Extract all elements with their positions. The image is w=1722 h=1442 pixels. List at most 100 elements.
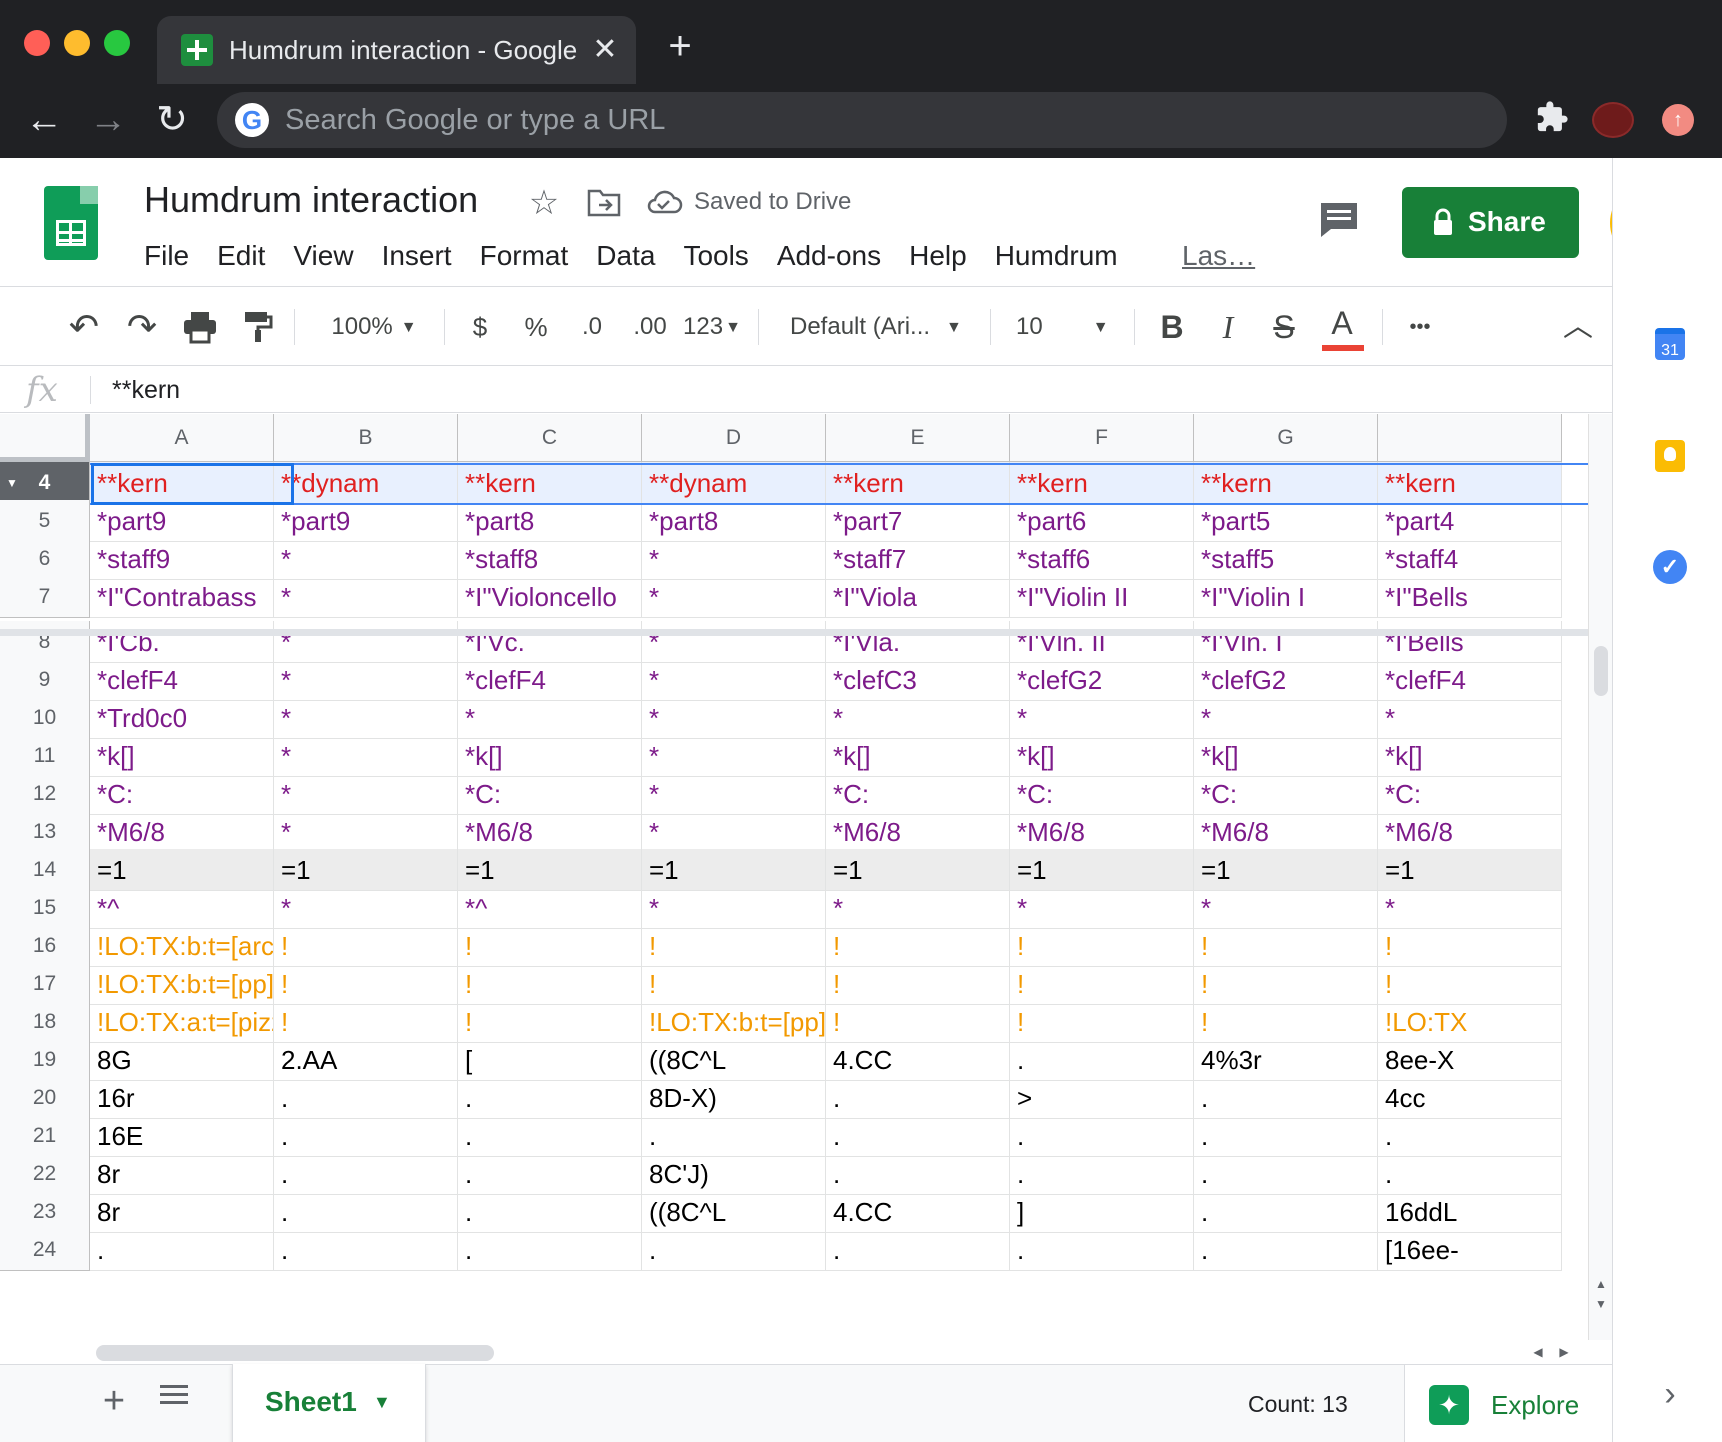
grid-cell[interactable]: * [642, 538, 826, 580]
grid-cell[interactable]: * [642, 659, 826, 701]
grid-cell[interactable]: * [826, 697, 1010, 739]
italic-button[interactable]: I [1206, 305, 1250, 349]
grid-cell[interactable]: *I"Violin I [1194, 576, 1378, 618]
grid-cell[interactable]: *staff6 [1010, 538, 1194, 580]
grid-cell[interactable]: *I'Bells [1378, 621, 1562, 663]
horizontal-scroll-thumb[interactable] [96, 1345, 494, 1361]
scroll-right-icon[interactable]: ▶ [1556, 1344, 1572, 1360]
scroll-down-icon[interactable]: ▼ [1593, 1296, 1609, 1312]
column-header[interactable]: B [274, 414, 458, 462]
grid-cell[interactable]: ! [274, 925, 458, 967]
grid-cell[interactable]: ! [1010, 1001, 1194, 1043]
grid-cell[interactable]: *k[] [826, 735, 1010, 777]
close-window-button[interactable] [24, 30, 50, 56]
grid-cell[interactable]: *C: [1010, 773, 1194, 815]
grid-cell[interactable]: **kern [1194, 462, 1378, 504]
selection-count[interactable]: Count: 13 [1248, 1389, 1348, 1419]
grid-cell[interactable]: . [458, 1115, 642, 1157]
tasks-icon[interactable]: ✓ [1653, 550, 1687, 584]
back-button[interactable]: ← [20, 96, 68, 144]
row-header[interactable]: 16 [0, 925, 90, 967]
grid-cell[interactable]: !LO:TX:b:t=[pp] [90, 963, 274, 1005]
grid-cell[interactable]: ! [1194, 925, 1378, 967]
grid-cell[interactable]: . [90, 1229, 274, 1271]
forward-button[interactable]: → [84, 96, 132, 144]
paint-format-icon[interactable] [236, 305, 280, 349]
grid-cell[interactable]: =1 [642, 849, 826, 891]
move-to-folder-icon[interactable] [586, 185, 622, 219]
grid-cell[interactable]: ! [274, 1001, 458, 1043]
grid-cell[interactable]: !LO:TX:a:t=[pizz] [90, 1001, 274, 1043]
grid-cell[interactable]: [ [458, 1039, 642, 1081]
grid-cell[interactable]: ! [1194, 963, 1378, 1005]
grid-cell[interactable]: *I"Contrabass [90, 576, 274, 618]
grid-cell[interactable]: * [458, 697, 642, 739]
row-header[interactable]: 4 [0, 462, 90, 504]
grid-cell[interactable]: * [274, 538, 458, 580]
grid-cell[interactable]: . [642, 1229, 826, 1271]
grid-cell[interactable]: *I'Vln. II [1010, 621, 1194, 663]
row-header[interactable]: 19 [0, 1039, 90, 1081]
collapse-menus-button[interactable]: ︿ [1556, 305, 1600, 349]
row-header[interactable]: 24 [0, 1229, 90, 1271]
new-tab-button[interactable]: + [660, 26, 700, 66]
row-header[interactable]: 6 [0, 538, 90, 580]
grid-cell[interactable]: . [1194, 1191, 1378, 1233]
grid-cell[interactable]: **kern [1378, 462, 1562, 504]
font-family-select[interactable]: Default (Ari... ▼ [790, 305, 978, 349]
zoom-window-button[interactable] [104, 30, 130, 56]
grid-cell[interactable]: *part5 [1194, 500, 1378, 542]
row-header[interactable]: 21 [0, 1115, 90, 1157]
spreadsheet-grid[interactable]: ABCDEFG 4**kern**dynam**kern**dynam**ker… [0, 414, 1588, 1340]
grid-cell[interactable]: *k[] [1010, 735, 1194, 777]
grid-cell[interactable]: *clefG2 [1010, 659, 1194, 701]
grid-cell[interactable]: *clefF4 [90, 659, 274, 701]
grid-cell[interactable]: 16E [90, 1115, 274, 1157]
select-all-corner[interactable] [0, 414, 90, 462]
row-header[interactable]: 17 [0, 963, 90, 1005]
row-header[interactable]: 13 [0, 811, 90, 853]
grid-cell[interactable]: * [642, 697, 826, 739]
grid-cell[interactable]: . [1010, 1115, 1194, 1157]
grid-cell[interactable]: *M6/8 [1010, 811, 1194, 853]
grid-cell[interactable]: !LO:TX:b:t=[pp] [642, 1001, 826, 1043]
grid-cell[interactable]: [16ee- [1378, 1229, 1562, 1271]
grid-cell[interactable]: *C: [90, 773, 274, 815]
grid-cell[interactable]: *part8 [458, 500, 642, 542]
grid-cell[interactable]: *I"Violin II [1010, 576, 1194, 618]
comments-icon[interactable] [1317, 200, 1361, 240]
grid-cell[interactable]: 8r [90, 1191, 274, 1233]
sheets-logo-icon[interactable] [44, 186, 98, 260]
grid-cell[interactable]: *staff9 [90, 538, 274, 580]
grid-cell[interactable]: * [1010, 887, 1194, 929]
grid-cell[interactable]: * [642, 887, 826, 929]
grid-cell[interactable]: *^ [458, 887, 642, 929]
vertical-scroll-thumb[interactable] [1594, 646, 1608, 696]
column-header[interactable]: C [458, 414, 642, 462]
font-size-select[interactable]: 10 ▼ [1016, 305, 1120, 349]
grid-cell[interactable]: ! [1010, 925, 1194, 967]
grid-cell[interactable]: *part8 [642, 500, 826, 542]
grid-cell[interactable]: * [1010, 697, 1194, 739]
column-header[interactable]: D [642, 414, 826, 462]
bold-button[interactable]: B [1150, 305, 1194, 349]
vertical-scrollbar[interactable]: ▲ ▼ [1588, 414, 1612, 1340]
grid-cell[interactable]: ! [1378, 925, 1562, 967]
browser-tab[interactable]: Humdrum interaction - Google Sheets ✕ [157, 16, 636, 84]
column-header[interactable] [1378, 414, 1562, 462]
grid-cell[interactable]: *C: [826, 773, 1010, 815]
grid-cell[interactable]: . [1194, 1229, 1378, 1271]
decrease-decimal-button[interactable]: .0 [568, 305, 616, 349]
grid-cell[interactable]: 2.AA [274, 1039, 458, 1081]
grid-cell[interactable]: ! [1194, 1001, 1378, 1043]
row-header[interactable]: 23 [0, 1191, 90, 1233]
grid-cell[interactable]: **kern [458, 462, 642, 504]
grid-cell[interactable]: *I"Viola [826, 576, 1010, 618]
grid-cell[interactable]: =1 [90, 849, 274, 891]
scroll-up-icon[interactable]: ▲ [1593, 1276, 1609, 1292]
grid-cell[interactable]: 4.CC [826, 1039, 1010, 1081]
more-toolbar-button[interactable]: ••• [1398, 305, 1442, 349]
grid-cell[interactable]: 8ee-X [1378, 1039, 1562, 1081]
menu-edit[interactable]: Edit [203, 236, 279, 276]
grid-cell[interactable]: **dynam [642, 462, 826, 504]
